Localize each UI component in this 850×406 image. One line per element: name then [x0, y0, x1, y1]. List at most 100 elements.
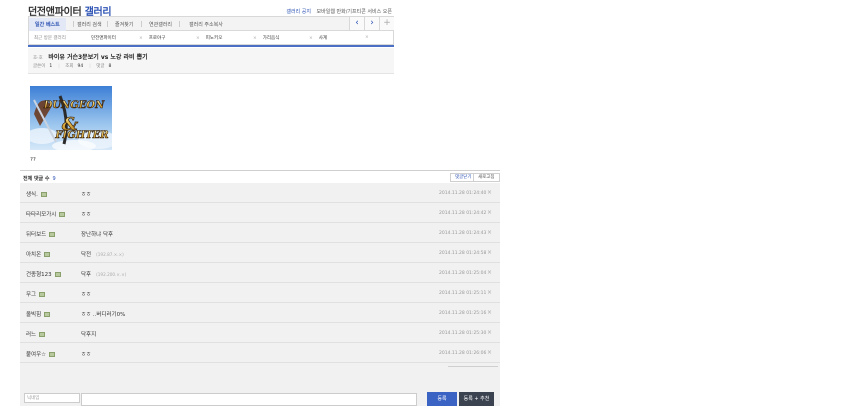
comment-text: ㅎㅎ	[81, 352, 92, 358]
comment-nickname[interactable]: 뒤터보드	[26, 230, 56, 238]
recent-gallery-name[interactable]: 피노키오	[206, 36, 223, 41]
recent-gallery-item[interactable]: × 프로야구	[139, 35, 165, 41]
comment-nickname[interactable]: 생식.	[26, 190, 47, 198]
comment-body: ㅎㅎ	[81, 210, 96, 218]
comment-ip: (192.200.×.×)	[96, 272, 127, 277]
delete-icon[interactable]: ×	[487, 209, 492, 216]
tab-daily-best[interactable]: 일간 베스트	[29, 18, 66, 31]
comment-count-label: 전체 댓글 수9	[23, 175, 56, 182]
submit-button[interactable]: 등록	[427, 392, 457, 406]
close-icon[interactable]: ×	[253, 36, 257, 41]
delete-icon[interactable]: ×	[487, 349, 492, 356]
post-author-value: 1	[49, 64, 53, 69]
comment-ip: (192.87.×.×)	[96, 252, 124, 257]
recent-galleries-bar: 최근 방문 갤러리 던전앤파이터 × 프로야구 × 피노키오 × 가리음식 × 사계 ×	[28, 31, 394, 45]
recent-gallery-name[interactable]: 가리음식	[263, 36, 280, 41]
gallog-icon[interactable]	[44, 312, 51, 317]
comment-nickname[interactable]: 타타리모가시	[26, 210, 66, 218]
gallog-icon[interactable]	[49, 232, 56, 237]
comment-list: 생식. ㅎㅎ 2014.11.28 01:24:40 × 타타리모가시 ㅎㅎ 2014.11…	[20, 183, 500, 367]
recent-gallery-item[interactable]: × 피노키오	[196, 35, 222, 41]
close-icon[interactable]: ×	[196, 36, 200, 41]
gallog-icon[interactable]	[59, 212, 66, 217]
recent-gallery-item[interactable]: × 가리음식	[253, 35, 279, 41]
next-arrow-icon[interactable]: ›	[364, 17, 379, 30]
delete-icon[interactable]: ×	[487, 309, 492, 316]
comment-nickname-text[interactable]: 무그	[26, 292, 36, 298]
comment-date: 2014.11.28 01:25:04	[439, 271, 487, 276]
comment-date: 2014.11.28 01:26:06	[439, 351, 487, 356]
comment-body: 장난하냐 닥후	[81, 230, 118, 238]
comment-date: 2014.11.28 01:24:43	[439, 231, 487, 236]
comment-row: 아치온 닥전 (192.87.×.×) 2014.11.28 01:24:58 ×	[20, 243, 500, 263]
comment-nickname-text[interactable]: 타타리모가시	[26, 212, 56, 218]
post-author-label: 글쓴이	[33, 64, 46, 69]
refresh-button[interactable]: 새로고침	[473, 173, 500, 182]
delete-icon[interactable]: ×	[487, 229, 492, 236]
comment-nickname[interactable]: 올빅힘	[26, 310, 51, 318]
gallog-icon[interactable]	[49, 352, 56, 357]
tab-related-gallery[interactable]: 연관갤러리	[149, 21, 172, 28]
tab-divider	[179, 21, 180, 27]
post-replies-label: 댓글	[96, 64, 105, 69]
gallog-icon[interactable]	[44, 252, 51, 257]
comment-nickname-text[interactable]: 러느	[26, 332, 36, 338]
post-meta: 글쓴이 1 | 조회 94 | 댓글 8	[33, 64, 112, 69]
comment-nickname[interactable]: 아치온	[26, 250, 51, 258]
recent-gallery-item[interactable]: ×	[365, 35, 375, 40]
comment-nickname[interactable]: 붙여우☆	[26, 350, 56, 358]
post-views-value: 94	[77, 64, 84, 69]
comment-row: 러느 닥후지 2014.11.28 01:25:30 ×	[20, 323, 500, 343]
recent-galleries-label: 최근 방문 갤러리	[34, 36, 66, 41]
comment-nickname-text[interactable]: 아치온	[26, 252, 41, 258]
delete-icon[interactable]: ×	[487, 249, 492, 256]
tab-gallery-search[interactable]: 갤러리 검색	[77, 21, 102, 28]
top-links: 갤러리 공지 모바일웹 만화/기프티콘 서비스 오픈	[250, 8, 392, 15]
prev-arrow-icon[interactable]: ‹	[349, 17, 364, 30]
gallog-icon[interactable]	[54, 272, 61, 277]
recent-gallery-name[interactable]: 사계	[319, 36, 327, 41]
comment-nickname-text[interactable]: 건종형123	[26, 272, 52, 278]
comment-text: 닥후	[81, 272, 92, 278]
post-replies-value: 8	[108, 64, 112, 69]
close-icon[interactable]: ×	[139, 36, 143, 41]
recent-gallery-name[interactable]: 프로야구	[149, 36, 166, 41]
tab-divider	[73, 21, 74, 27]
add-icon[interactable]: +	[379, 17, 394, 30]
recent-gallery-item[interactable]: × 사계	[309, 35, 327, 41]
recent-gallery-name[interactable]: 던전앤파이터	[91, 36, 116, 41]
tab-favorites[interactable]: 즐겨찾기	[115, 21, 133, 28]
comment-nickname-text[interactable]: 뒤터보드	[26, 232, 46, 238]
close-icon[interactable]: ×	[309, 36, 313, 41]
comment-textarea[interactable]	[81, 393, 417, 406]
gallery-notice-link[interactable]: 갤러리 공지	[286, 9, 311, 15]
comment-text: 장난하냐 닥후	[81, 232, 114, 238]
gallog-icon[interactable]	[39, 292, 46, 297]
comment-nickname[interactable]: 건종형123	[26, 270, 61, 278]
comment-date: 2014.11.28 01:25:16	[439, 311, 487, 316]
comment-nickname-text[interactable]: 올빅힘	[26, 312, 41, 318]
gallog-icon[interactable]	[40, 192, 47, 197]
close-icon[interactable]: ×	[365, 35, 369, 40]
comment-text: ㅎㅎ	[81, 292, 92, 298]
delete-icon[interactable]: ×	[487, 289, 492, 296]
delete-icon[interactable]: ×	[487, 329, 492, 336]
delete-icon[interactable]: ×	[487, 189, 492, 196]
comment-body: 닥후 (192.200.×.×)	[81, 270, 126, 278]
tab-divider	[107, 21, 108, 27]
comment-nickname-text[interactable]: 생식.	[26, 192, 38, 198]
comment-nickname-text[interactable]: 붙여우☆	[26, 352, 46, 358]
recent-gallery-item[interactable]: 던전앤파이터	[91, 35, 116, 41]
post-views-label: 조회	[65, 64, 74, 69]
comment-row: 뒤터보드 장난하냐 닥후 2014.11.28 01:24:43 ×	[20, 223, 500, 243]
submit-recommend-button[interactable]: 등록 + 추천	[459, 392, 494, 406]
delete-icon[interactable]: ×	[487, 269, 492, 276]
comment-nickname[interactable]: 러느	[26, 330, 46, 338]
nickname-input[interactable]: 닉네임	[24, 393, 80, 403]
comment-text: 닥후지	[81, 332, 97, 338]
comment-nickname[interactable]: 무그	[26, 290, 46, 298]
post-image[interactable]: DUNGEON & FIGHTER	[30, 86, 112, 150]
tab-copy-address[interactable]: 갤러리 주소복사	[189, 21, 223, 28]
mobile-service-link[interactable]: 모바일웹 만화/기프티콘 서비스 오픈	[317, 9, 392, 15]
gallog-icon[interactable]	[39, 332, 46, 337]
